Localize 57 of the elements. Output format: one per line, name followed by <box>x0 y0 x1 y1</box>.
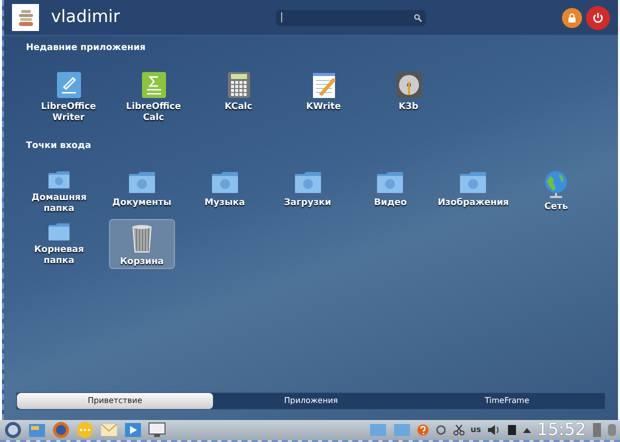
place-label: Видео <box>373 198 408 209</box>
avatar-icon <box>12 4 39 31</box>
section-heading: Точки входа <box>26 140 92 152</box>
search-field[interactable]: | <box>276 10 426 26</box>
app-label: K3b <box>398 102 420 112</box>
volume-icon[interactable] <box>487 424 501 436</box>
sync-icon[interactable] <box>434 424 447 436</box>
disc-drive-icon <box>394 70 424 100</box>
lock-icon <box>567 12 577 22</box>
place-label: Сеть <box>543 202 569 213</box>
place-launcher[interactable]: Музыка <box>192 167 258 215</box>
tab[interactable]: Приветствие <box>17 393 213 409</box>
folder-icon <box>126 169 157 195</box>
power-icon <box>592 12 604 24</box>
user-name: vladimir <box>51 6 120 29</box>
tab[interactable]: Приложения <box>213 393 409 409</box>
search-icon <box>414 14 422 22</box>
place-launcher[interactable]: Сеть <box>523 167 590 215</box>
app-launcher[interactable]: LibreOffice Calc <box>111 70 196 130</box>
place-label: Музыка <box>204 198 246 209</box>
app-label: KWrite <box>305 102 342 112</box>
app-label: KCalc <box>224 102 254 112</box>
monitor-icon[interactable] <box>148 422 166 438</box>
place-label: Корзина <box>118 257 165 268</box>
caret-up-icon[interactable] <box>523 427 531 433</box>
play-icon[interactable] <box>124 422 142 438</box>
power-button[interactable] <box>586 6 610 30</box>
place-launcher[interactable]: Домашняя папка <box>26 167 92 215</box>
folder-icon <box>458 169 488 195</box>
app-launcher[interactable]: KCalc <box>196 70 281 130</box>
section-heading: Недавние приложения <box>26 42 147 55</box>
app-label: LibreOffice Calc <box>125 102 182 124</box>
place-label: Загрузки <box>283 198 332 209</box>
app-launcher[interactable]: LibreOffice Writer <box>26 70 111 130</box>
place-launcher[interactable]: Корневая папка <box>26 219 92 267</box>
keyboard-layout[interactable]: us <box>470 424 481 436</box>
panel-handle-icon[interactable] <box>608 422 616 438</box>
app-launcher[interactable]: K3b <box>366 70 451 130</box>
lock-button[interactable] <box>562 8 582 28</box>
place-launcher[interactable]: Видео <box>357 167 424 215</box>
launcher-orb-icon[interactable] <box>4 421 22 439</box>
folder-icon <box>375 169 406 195</box>
help-icon[interactable] <box>416 424 429 436</box>
chat-bubble-icon[interactable] <box>76 421 94 439</box>
place-launcher[interactable]: Корзина <box>108 219 175 269</box>
browser-globe-icon[interactable] <box>52 421 70 439</box>
place-label: Домашняя папка <box>30 193 88 215</box>
place-label: Документы <box>111 198 172 209</box>
place-launcher[interactable]: Документы <box>108 167 175 215</box>
place-launcher[interactable]: Загрузки <box>274 167 341 215</box>
place-label: Корневая папка <box>33 245 85 267</box>
tab[interactable]: TimeFrame <box>409 393 605 409</box>
app-launcher[interactable]: KWrite <box>281 70 366 130</box>
scissors-icon[interactable] <box>452 424 465 436</box>
folder-icon <box>210 169 240 195</box>
folder-icon <box>292 169 323 195</box>
app-label: LibreOffice Writer <box>40 102 97 124</box>
